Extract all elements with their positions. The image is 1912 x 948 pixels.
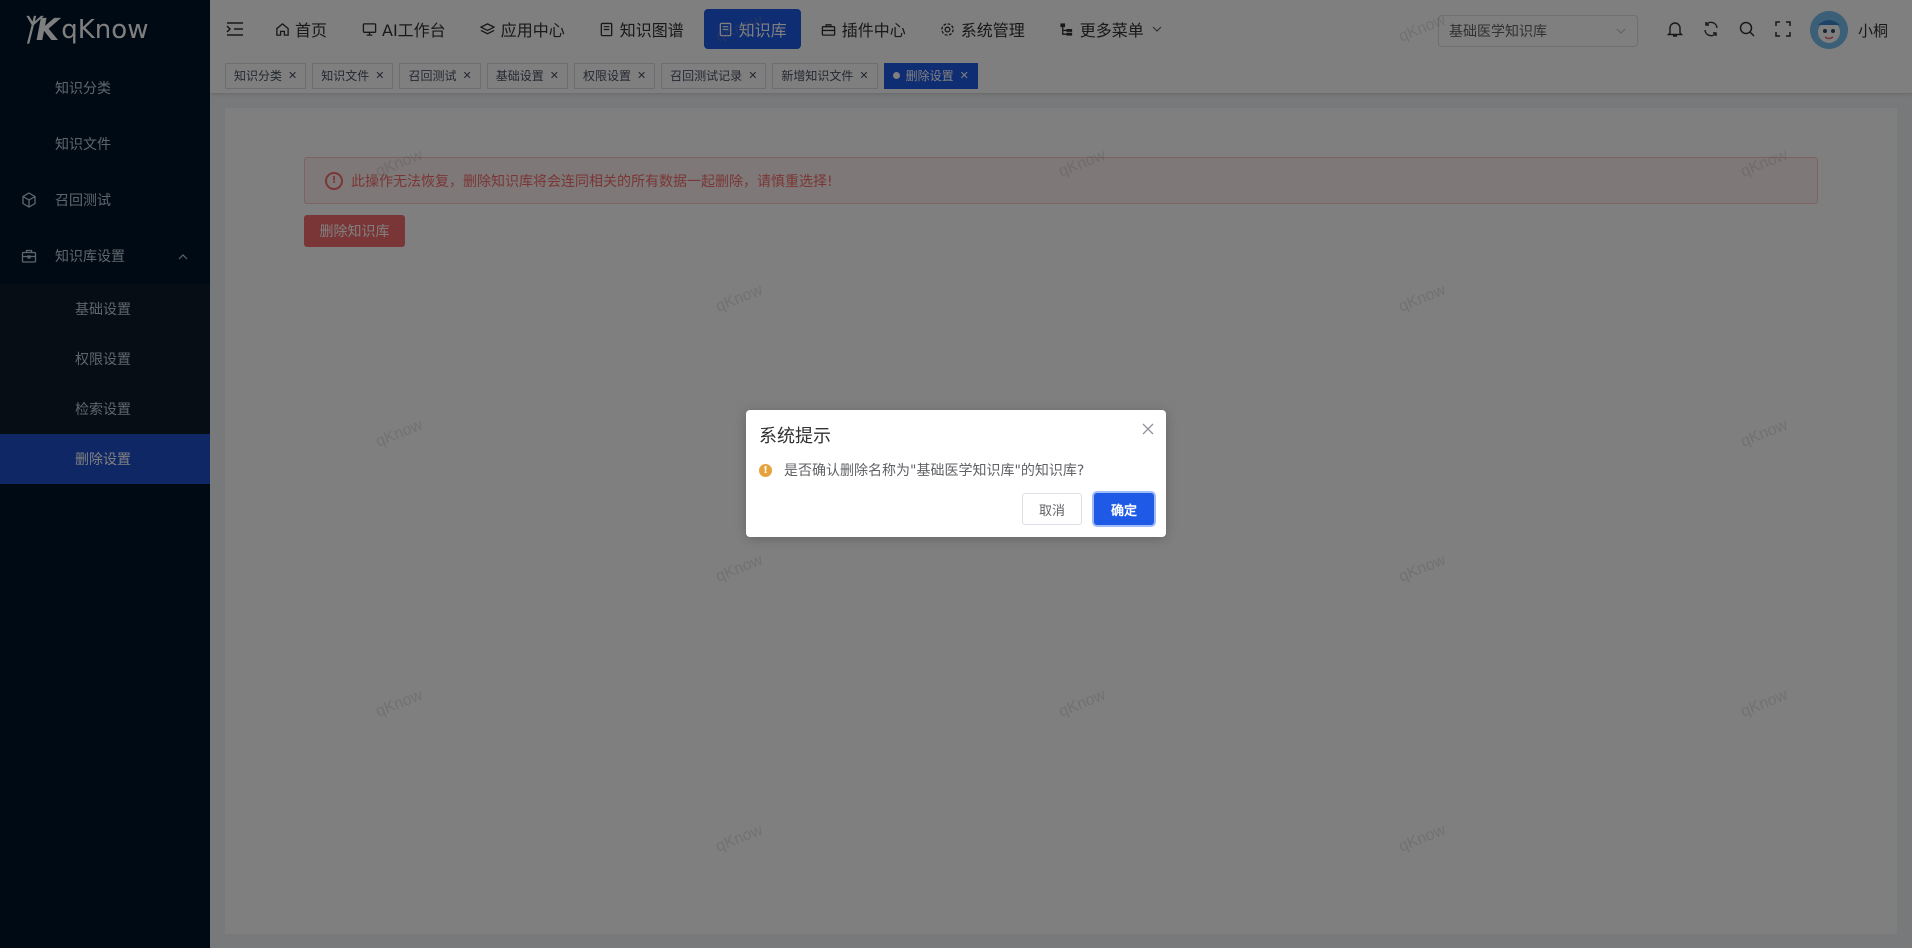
dialog-message: 是否确认删除名称为"基础医学知识库"的知识库? (784, 463, 1085, 479)
confirm-dialog: 系统提示 ! 是否确认删除名称为"基础医学知识库"的知识库? 取消 确定 (746, 410, 1166, 537)
dialog-title: 系统提示 (759, 426, 831, 447)
dialog-body: ! 是否确认删除名称为"基础医学知识库"的知识库? (759, 460, 1084, 480)
confirm-button[interactable]: 确定 (1094, 493, 1154, 525)
cancel-button[interactable]: 取消 (1022, 493, 1082, 525)
warning-icon: ! (759, 463, 772, 477)
close-icon[interactable] (1142, 420, 1154, 439)
